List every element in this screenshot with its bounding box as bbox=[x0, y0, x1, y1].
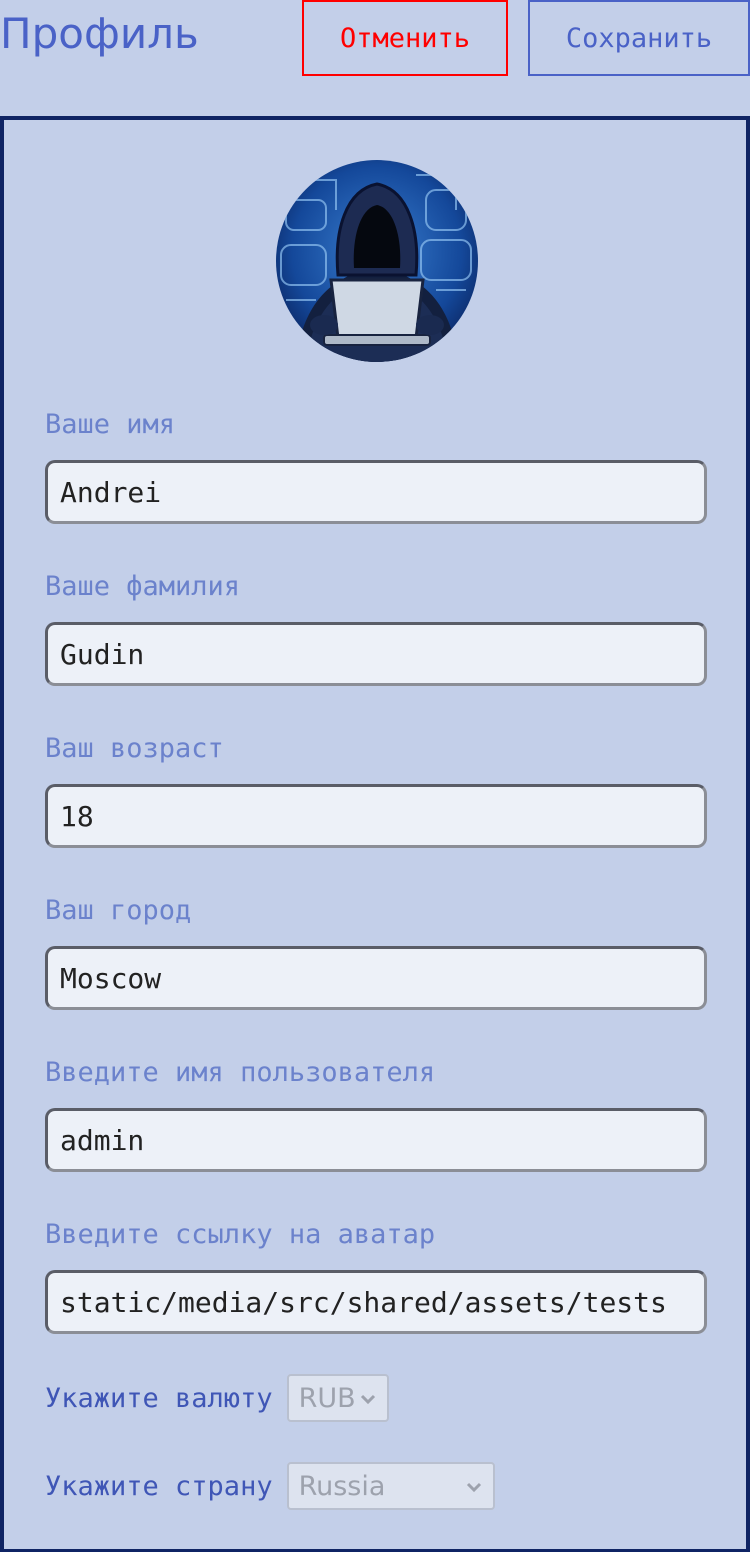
city-input[interactable] bbox=[45, 946, 707, 1010]
country-label: Укажите страну bbox=[45, 1470, 273, 1502]
last-name-label: Ваше фамилия bbox=[45, 571, 241, 602]
currency-selected-value: RUB bbox=[298, 1382, 356, 1414]
first-name-label: Ваше имя bbox=[45, 409, 176, 440]
currency-label: Укажите валюту bbox=[45, 1382, 273, 1414]
currency-row: Укажите валюту RUB bbox=[45, 1374, 389, 1422]
username-label: Введите имя пользователя bbox=[45, 1057, 436, 1088]
save-button[interactable]: Сохранить bbox=[528, 0, 750, 76]
country-selected-value: Russia bbox=[298, 1470, 386, 1502]
page-title: Профиль bbox=[0, 9, 199, 58]
country-select[interactable]: Russia bbox=[286, 1462, 495, 1510]
avatar-url-label: Введите ссылку на аватар bbox=[45, 1219, 436, 1250]
first-name-input[interactable] bbox=[45, 460, 707, 524]
chevron-down-icon bbox=[360, 1394, 375, 1405]
header: Профиль Отменить Сохранить bbox=[0, 0, 750, 110]
age-input[interactable] bbox=[45, 784, 707, 848]
city-label: Ваш город bbox=[45, 895, 192, 926]
hooded-hacker-avatar-icon bbox=[276, 160, 478, 362]
country-row: Укажите страну Russia bbox=[45, 1462, 495, 1510]
age-label: Ваш возраст bbox=[45, 733, 224, 764]
currency-select[interactable]: RUB bbox=[286, 1374, 389, 1422]
last-name-input[interactable] bbox=[45, 622, 707, 686]
username-input[interactable] bbox=[45, 1108, 707, 1172]
avatar-url-input[interactable] bbox=[45, 1270, 707, 1334]
profile-card: Ваше имя Ваше фамилия Ваш возраст Ваш го… bbox=[0, 116, 750, 1552]
cancel-button[interactable]: Отменить bbox=[302, 0, 508, 76]
chevron-down-icon bbox=[466, 1482, 481, 1493]
avatar bbox=[276, 160, 478, 362]
